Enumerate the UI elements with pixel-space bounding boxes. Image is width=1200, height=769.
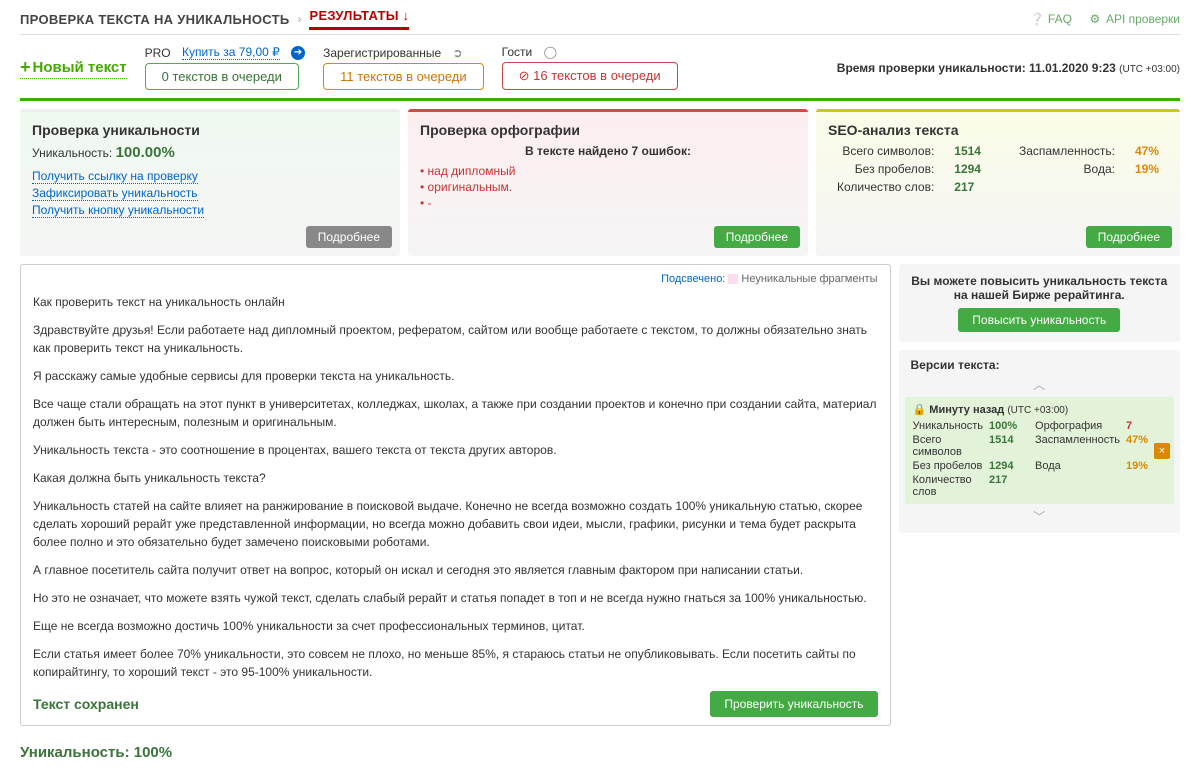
pro-label: PRO Купить за 79,00 ₽ ➔ — [145, 45, 305, 60]
orthography-panel: Проверка орфографии В тексте найдено 7 о… — [408, 109, 808, 256]
text-content[interactable]: Как проверить текст на уникальность онла… — [33, 293, 878, 681]
user-icon: ◯ — [544, 45, 557, 59]
main-row: Подсвечено:Неуникальные фрагменты Как пр… — [20, 264, 1180, 726]
lock-icon: 🔒 — [913, 404, 927, 416]
breadcrumb-sep: › — [297, 12, 301, 26]
uniqueness-panel: Проверка уникальности Уникальность: 100.… — [20, 109, 400, 256]
boost-text: Вы можете повысить уникальность текста н… — [909, 274, 1170, 302]
queues-row: +Новый текст PRO Купить за 79,00 ₽ ➔ 0 т… — [20, 45, 1180, 90]
queue-guests[interactable]: ⊘ 16 текстов в очереди — [502, 62, 678, 90]
seo-words: 217 — [954, 180, 990, 194]
breadcrumb-bar: ПРОВЕРКА ТЕКСТА НА УНИКАЛЬНОСТЬ › РЕЗУЛЬ… — [20, 8, 1180, 35]
version-close-button[interactable]: × — [1154, 443, 1170, 459]
highlight-swatch — [728, 274, 738, 284]
version-item[interactable]: 🔒 Минуту назад (UTC +03:00) Уникальность… — [905, 397, 1174, 504]
text-saved-status: Текст сохранен — [33, 696, 139, 712]
panels-row: Проверка уникальности Уникальность: 100.… — [20, 109, 1180, 256]
uniqueness-more-button[interactable]: Подробнее — [306, 226, 392, 248]
seo-spam: 47% — [1135, 144, 1168, 158]
registered-label: Зарегистрированные ➲ — [323, 46, 462, 60]
help-icon: ❔ — [1030, 12, 1044, 26]
seo-total-chars: 1514 — [954, 144, 990, 158]
error-item-3: - — [420, 196, 796, 210]
highlight-legend: Подсвечено:Неуникальные фрагменты — [33, 273, 878, 285]
boost-button[interactable]: Повысить уникальность — [958, 308, 1120, 332]
error-item-2: оригинальным. — [420, 180, 796, 194]
check-time: Время проверки уникальности: 11.01.2020 … — [837, 61, 1180, 75]
seo-title: SEO-анализ текста — [828, 122, 1168, 138]
orthography-title: Проверка орфографии — [420, 122, 796, 138]
check-uniqueness-button[interactable]: Проверить уникальность — [710, 691, 877, 717]
api-link[interactable]: ⚙API проверки — [1088, 12, 1180, 26]
seo-panel: SEO-анализ текста Всего символов:1514 За… — [816, 109, 1180, 256]
breadcrumb-check[interactable]: ПРОВЕРКА ТЕКСТА НА УНИКАЛЬНОСТЬ — [20, 12, 289, 27]
seo-more-button[interactable]: Подробнее — [1086, 226, 1172, 248]
uniqueness-title: Проверка уникальности — [32, 122, 388, 138]
gear-icon: ⚙ — [1088, 12, 1102, 26]
error-item-1: над дипломный — [420, 164, 796, 178]
boost-panel: Вы можете повысить уникальность текста н… — [899, 264, 1180, 342]
queue-registered: 11 текстов в очереди — [323, 63, 484, 90]
login-icon: ➲ — [453, 46, 463, 60]
seo-no-spaces: 1294 — [954, 162, 990, 176]
error-icon: ⊘ — [519, 68, 530, 83]
text-editor-area: Подсвечено:Неуникальные фрагменты Как пр… — [20, 264, 891, 726]
get-check-link[interactable]: Получить ссылку на проверку — [32, 169, 198, 184]
footer-uniqueness: Уникальность: 100% — [20, 744, 1180, 761]
uniqueness-value: 100.00% — [116, 144, 175, 161]
plus-icon: + — [20, 57, 31, 78]
versions-up-button[interactable]: ︿ — [905, 374, 1174, 395]
seo-water: 19% — [1135, 162, 1168, 176]
versions-panel: Версии текста: ︿ 🔒 Минуту назад (UTC +03… — [899, 350, 1180, 533]
divider-green — [20, 98, 1180, 101]
fix-uniqueness-link[interactable]: Зафиксировать уникальность — [32, 186, 198, 201]
faq-link[interactable]: ❔FAQ — [1030, 12, 1072, 26]
arrow-right-icon[interactable]: ➔ — [291, 46, 305, 60]
errors-count: В тексте найдено 7 ошибок: — [420, 144, 796, 158]
versions-title: Версии текста: — [905, 356, 1174, 374]
buy-pro-link[interactable]: Купить за 79,00 ₽ — [182, 45, 280, 60]
breadcrumb-results[interactable]: РЕЗУЛЬТАТЫ ↓ — [309, 8, 409, 30]
versions-down-button[interactable]: ﹀ — [905, 506, 1174, 527]
guests-label: Гости ◯ — [502, 45, 557, 59]
get-button-link[interactable]: Получить кнопку уникальности — [32, 203, 204, 218]
orthography-more-button[interactable]: Подробнее — [714, 226, 800, 248]
queue-pro: 0 текстов в очереди — [145, 63, 299, 90]
new-text-button[interactable]: +Новый текст — [20, 57, 127, 79]
